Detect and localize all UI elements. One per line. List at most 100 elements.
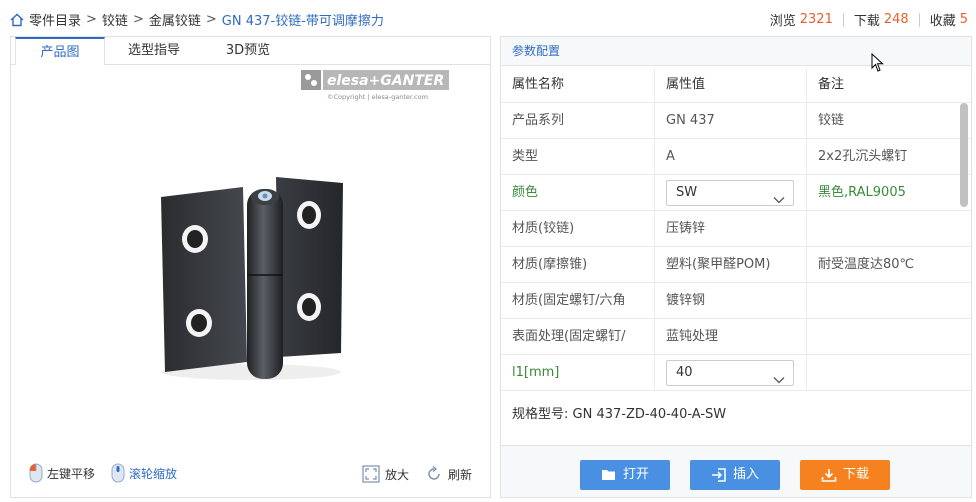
table-row: 产品系列 GN 437 铰链 bbox=[501, 103, 971, 139]
param-name: l1[mm] bbox=[512, 365, 560, 380]
pan-hint-label: 左键平移 bbox=[47, 466, 96, 481]
spec-model: 规格型号: GN 437-ZD-40-40-A-SW bbox=[512, 403, 726, 422]
column-divider bbox=[806, 67, 807, 391]
chevron-down-icon bbox=[773, 189, 785, 213]
brand-logo: elesa+GANTER ©Copyright | elesa-ganter.c… bbox=[301, 70, 451, 106]
favorites-count: 5 bbox=[959, 12, 968, 27]
param-note bbox=[818, 355, 958, 391]
breadcrumb-separator: > bbox=[86, 12, 97, 27]
insert-icon bbox=[711, 468, 726, 482]
viewer-mouse-hints: 左键平移 滚轮缩放 bbox=[29, 463, 193, 483]
param-note: 耐受温度达80℃ bbox=[818, 257, 915, 272]
breadcrumb: 零件目录 > 铰链 > 金属铰链 > GN 437-铰链-带可调摩擦力 bbox=[9, 10, 384, 29]
header-note: 备注 bbox=[818, 77, 845, 92]
param-name: 材质(摩擦锥) bbox=[512, 257, 588, 272]
viewer-controls: 放大 刷新 bbox=[346, 465, 472, 483]
table-row: 表面处理(固定螺钉/ 蓝钝处理 bbox=[501, 319, 971, 355]
downloads-count: 248 bbox=[883, 12, 909, 27]
column-divider bbox=[654, 67, 655, 391]
params-header-row: 属性名称 属性值 备注 bbox=[501, 67, 971, 103]
enlarge-button[interactable]: 放大 bbox=[362, 465, 409, 483]
favorites-label[interactable]: 收藏 bbox=[930, 10, 956, 29]
param-value: 蓝钝处理 bbox=[666, 329, 719, 344]
tab-product-image[interactable]: 产品图 bbox=[15, 37, 105, 66]
spec-label: 规格型号: bbox=[512, 407, 569, 422]
download-icon bbox=[821, 469, 837, 482]
downloads-label: 下载 bbox=[853, 14, 880, 29]
table-row: 材质(摩擦锥) 塑料(聚甲醛POM) 耐受温度达80℃ bbox=[501, 247, 971, 283]
param-value: GN 437 bbox=[666, 113, 715, 128]
divider bbox=[918, 12, 920, 27]
pan-hint: 左键平移 bbox=[29, 463, 95, 483]
breadcrumb-separator: > bbox=[205, 12, 217, 27]
params-title: 参数配置 bbox=[501, 37, 971, 66]
table-row: 类型 A 2x2孔沉头螺钉 bbox=[501, 139, 971, 175]
svg-text:©Copyright | elesa-ganter.com: ©Copyright | elesa-ganter.com bbox=[327, 93, 428, 101]
param-name: 材质(铰链) bbox=[512, 221, 575, 236]
param-note bbox=[818, 283, 958, 319]
param-value: A bbox=[666, 149, 675, 164]
refresh-icon bbox=[428, 465, 440, 480]
open-label: 打开 bbox=[622, 467, 649, 482]
header-value: 属性值 bbox=[666, 77, 706, 92]
l1-select-value: 40 bbox=[676, 365, 693, 380]
tab-3d-preview[interactable]: 3D预览 bbox=[203, 37, 293, 65]
action-bar: 打开 插入 下载 bbox=[501, 445, 971, 497]
mouse-left-icon bbox=[29, 463, 43, 483]
mouse-cursor-icon bbox=[871, 52, 885, 77]
top-bar: 零件目录 > 铰链 > 金属铰链 > GN 437-铰链-带可调摩擦力 浏览 2… bbox=[0, 0, 976, 36]
zoom-wheel-hint: 滚轮缩放 bbox=[111, 463, 177, 483]
open-button[interactable]: 打开 bbox=[580, 460, 670, 490]
insert-button[interactable]: 插入 bbox=[690, 460, 780, 490]
download-button[interactable]: 下载 bbox=[800, 460, 890, 490]
params-panel: 参数配置 属性名称 属性值 备注 产品系列 GN 437 铰链 类型 A 2x2… bbox=[500, 36, 972, 498]
param-note: 铰链 bbox=[818, 113, 845, 128]
mouse-wheel-icon bbox=[111, 463, 125, 483]
param-value: 压铸锌 bbox=[666, 221, 706, 236]
param-note bbox=[818, 319, 958, 355]
spec-value: GN 437-ZD-40-40-A-SW bbox=[572, 407, 727, 422]
refresh-label: 刷新 bbox=[447, 467, 472, 482]
tab-selection-guide[interactable]: 选型指导 bbox=[109, 37, 199, 65]
params-scrollbar[interactable] bbox=[960, 103, 968, 207]
views-label: 浏览 bbox=[769, 14, 796, 29]
param-value: 塑料(聚甲醛POM) bbox=[666, 257, 771, 272]
color-select[interactable]: SW bbox=[666, 180, 794, 206]
folder-icon bbox=[601, 470, 615, 480]
divider bbox=[842, 12, 844, 27]
l1-select[interactable]: 40 bbox=[666, 360, 794, 386]
table-row: 材质(固定螺钉/六角 镀锌钢 bbox=[501, 283, 971, 319]
download-label: 下载 bbox=[842, 467, 869, 482]
viewer-tabs: 产品图 选型指导 3D预览 bbox=[11, 37, 490, 66]
home-icon[interactable] bbox=[9, 12, 25, 28]
breadcrumb-item[interactable]: 零件目录 bbox=[29, 10, 81, 29]
param-note: 2x2孔沉头螺钉 bbox=[818, 149, 908, 164]
product-viewer-panel: 产品图 选型指导 3D预览 elesa+GANTER ©Copyright | … bbox=[10, 36, 491, 498]
param-name: 表面处理(固定螺钉/ bbox=[512, 329, 626, 344]
hinge-product-image bbox=[151, 157, 351, 387]
param-value: 镀锌钢 bbox=[666, 293, 706, 308]
chevron-down-icon bbox=[773, 369, 785, 393]
color-select-value: SW bbox=[676, 185, 698, 200]
table-row: l1[mm] 40 bbox=[501, 355, 971, 391]
views-count: 2321 bbox=[799, 12, 833, 27]
zoom-wheel-hint-label: 滚轮缩放 bbox=[129, 466, 178, 481]
params-table: 属性名称 属性值 备注 产品系列 GN 437 铰链 类型 A 2x2孔沉头螺钉… bbox=[501, 67, 971, 391]
param-name: 材质(固定螺钉/六角 bbox=[512, 293, 626, 308]
param-name: 产品系列 bbox=[512, 113, 565, 128]
expand-icon bbox=[362, 465, 380, 483]
svg-text:elesa+GANTER: elesa+GANTER bbox=[327, 73, 444, 89]
refresh-button[interactable]: 刷新 bbox=[425, 465, 472, 483]
param-note bbox=[818, 211, 958, 247]
enlarge-label: 放大 bbox=[384, 467, 409, 482]
insert-label: 插入 bbox=[732, 467, 759, 482]
header-name: 属性名称 bbox=[512, 77, 565, 92]
breadcrumb-item[interactable]: 铰链 bbox=[102, 10, 128, 29]
breadcrumb-separator: > bbox=[132, 12, 144, 27]
table-row: 材质(铰链) 压铸锌 bbox=[501, 211, 971, 247]
breadcrumb-item[interactable]: 金属铰链 bbox=[149, 10, 201, 29]
param-note: 黑色,RAL9005 bbox=[818, 185, 906, 200]
breadcrumb-current: GN 437-铰链-带可调摩擦力 bbox=[221, 14, 384, 29]
param-name: 颜色 bbox=[512, 185, 539, 200]
param-name: 类型 bbox=[512, 149, 539, 164]
